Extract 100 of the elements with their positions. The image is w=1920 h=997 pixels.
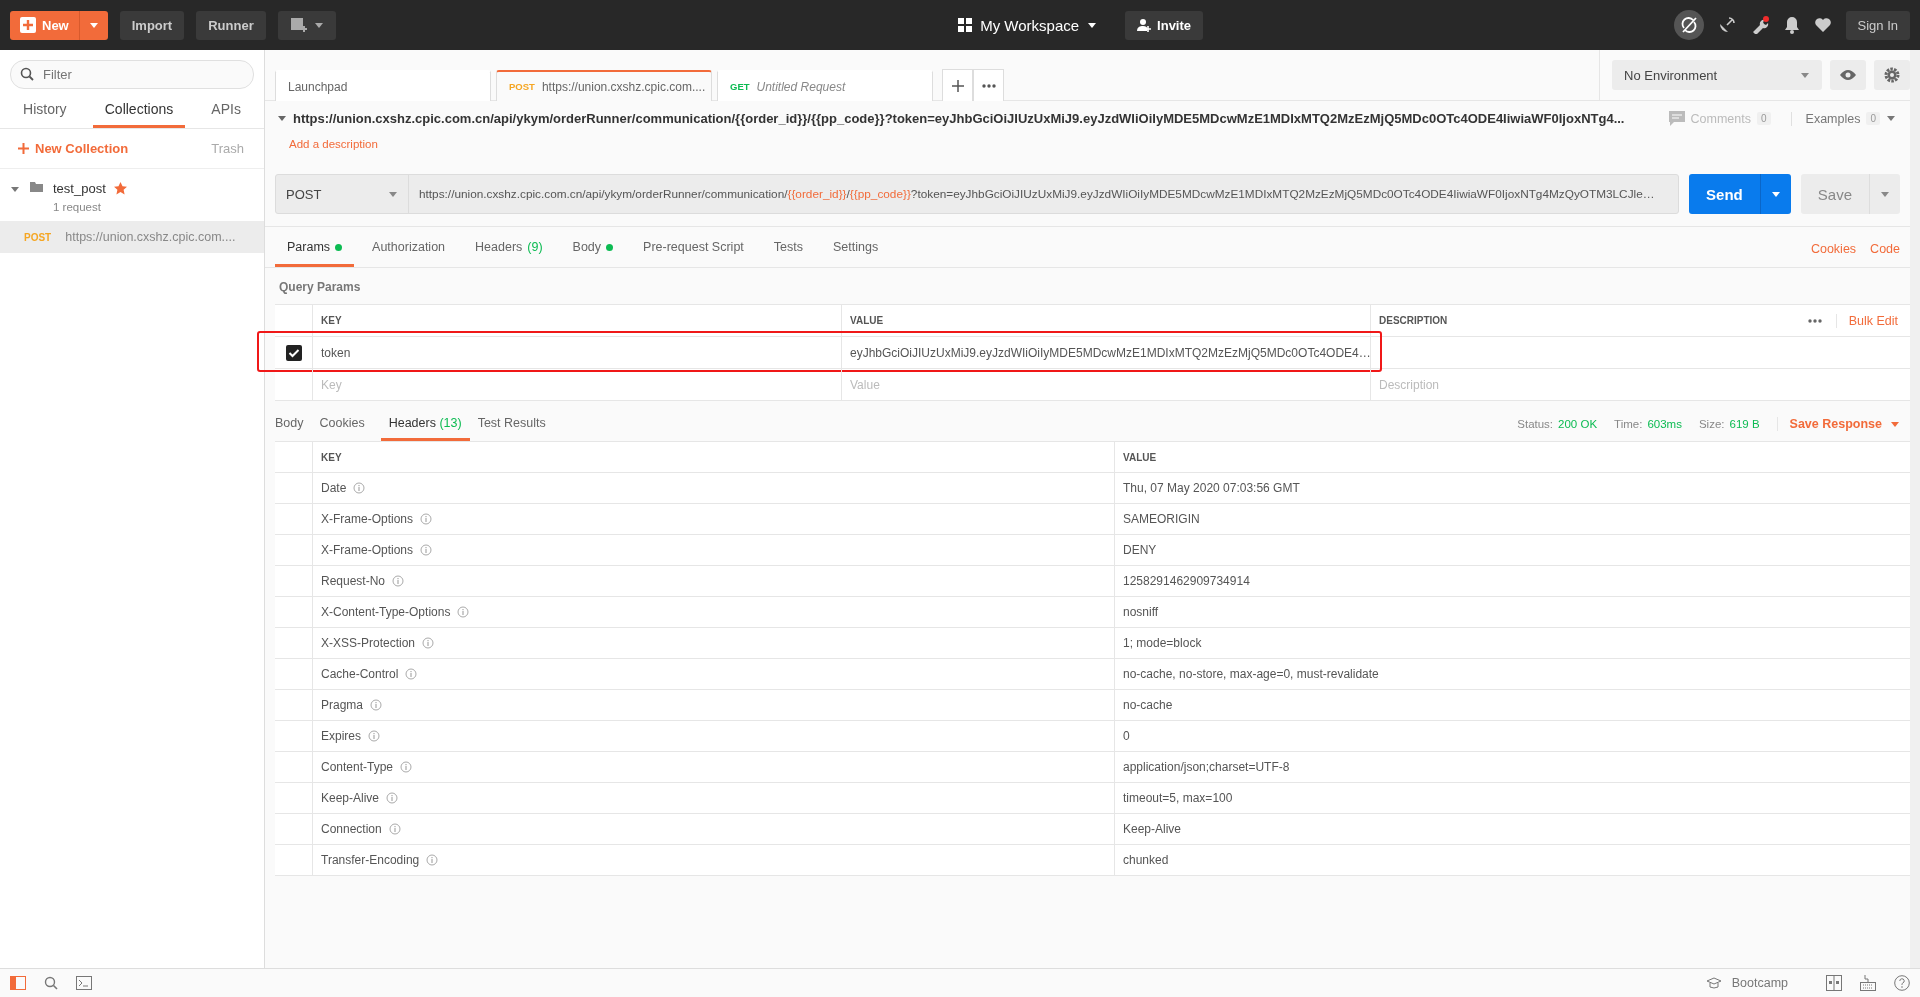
star-icon[interactable] [113, 182, 127, 195]
table-cell: X-Content-Type-Options [321, 605, 451, 619]
help-icon[interactable] [1894, 975, 1910, 991]
checkbox[interactable] [285, 344, 302, 361]
table-cell: Content-Type [321, 760, 394, 774]
bootcamp-button[interactable]: Bootcamp [1705, 976, 1788, 990]
info-icon [400, 761, 413, 773]
request-section-tab[interactable]: Pre-request Script [631, 240, 756, 267]
table-cell: Request-No [321, 574, 386, 588]
bulk-edit-link[interactable]: Bulk Edit [1835, 313, 1898, 328]
table-cell: SAMEORIGIN [1114, 504, 1910, 534]
request-tab[interactable]: GET Untitled Request [717, 70, 933, 101]
response-tab[interactable]: Cookies [319, 416, 373, 441]
import-button[interactable]: Import [119, 10, 185, 40]
info-icon [420, 513, 433, 525]
examples-button[interactable]: Examples 0 [1790, 111, 1896, 126]
request-section-tab[interactable]: Tests [761, 240, 815, 267]
table-cell: timeout=5, max=100 [1114, 783, 1910, 813]
new-tab-button[interactable] [942, 69, 973, 101]
table-cell: Keep-Alive [1114, 814, 1910, 844]
request-item[interactable]: POST https://union.cxshz.cpic.com.... [0, 221, 264, 253]
status-value: 200 OK [1558, 418, 1598, 430]
graduation-cap-icon [1705, 977, 1722, 989]
info-icon [426, 854, 439, 866]
request-tab[interactable]: POST https://union.cxshz.cpic.com.... [496, 70, 712, 101]
sidebar-tab[interactable]: Collections [92, 95, 186, 128]
sidebar-tab[interactable]: History [11, 95, 79, 128]
table-cell: Expires [321, 729, 361, 743]
workspace-button[interactable]: My Workspace [946, 10, 1110, 40]
filter-field[interactable]: Filter [10, 60, 254, 89]
console-icon[interactable] [76, 976, 92, 990]
invite-button[interactable]: Invite [1125, 10, 1204, 40]
table-cell: 0 [1114, 721, 1910, 751]
table-cell: no-cache, no-store, max-age=0, must-revalidate [1114, 659, 1910, 689]
add-description-link[interactable]: Add a description [265, 126, 1910, 150]
column-header: VALUE [841, 305, 1370, 336]
column-header: DESCRIPTION [1379, 315, 1448, 326]
caret-icon [1087, 20, 1098, 30]
heart-icon[interactable] [1813, 17, 1832, 33]
folder-icon [30, 181, 43, 192]
plus-icon [18, 143, 29, 154]
link[interactable]: Cookies [1810, 242, 1857, 256]
status-label: Status: [1517, 418, 1554, 430]
sidebar-toggle-icon[interactable] [10, 976, 26, 990]
status-value: 603ms [1647, 418, 1682, 430]
request-section-tab[interactable]: Params [275, 240, 355, 267]
settings-button[interactable] [1874, 60, 1910, 90]
new-collection-button[interactable]: New Collection [18, 141, 129, 156]
info-icon [386, 792, 399, 804]
info-icon [420, 544, 433, 556]
runner-button[interactable]: Runner [196, 10, 266, 40]
collection-name[interactable]: test_post [53, 181, 106, 196]
key-field[interactable]: Key [321, 377, 815, 392]
table-cell: Transfer-Encoding [321, 853, 420, 867]
request-section-tab[interactable]: Headers (9) [463, 240, 555, 267]
value-field[interactable]: Value [850, 377, 1344, 392]
caret-icon [1880, 189, 1890, 199]
comment-icon [1668, 111, 1685, 126]
bell-icon[interactable] [1783, 16, 1800, 34]
link[interactable]: Code [1870, 242, 1900, 256]
response-tab[interactable]: Body [275, 416, 312, 441]
more-icon[interactable] [1807, 318, 1822, 323]
column-header: KEY [312, 305, 841, 336]
request-section-tab[interactable]: Authorization [360, 240, 458, 267]
sync-off-icon [1679, 16, 1698, 34]
sync-off-button[interactable] [1673, 10, 1704, 40]
section-title: Query Params [278, 279, 362, 296]
description-field[interactable]: Description [1379, 377, 1884, 392]
send-button[interactable]: Send [1689, 174, 1791, 214]
table-cell: Date [321, 481, 347, 495]
request-count: 1 request [53, 201, 102, 213]
save-response-button[interactable]: Save Response [1776, 417, 1900, 431]
status-value: 619 B [1729, 418, 1760, 430]
grid-icon [958, 18, 973, 32]
environment-select[interactable]: No Environment [1612, 60, 1822, 90]
table-cell: Keep-Alive [321, 791, 380, 805]
search-icon[interactable] [44, 976, 58, 990]
response-tab[interactable]: Test Results [477, 416, 554, 441]
table-cell: DENY [1114, 535, 1910, 565]
table-cell: eyJhbGciOiJIUzUxMiJ9.eyJzdWIiOiIyMDE5MDcwMzE1MDIxMTQ2MzEzMjQ5MDc0OTc4ODE4… [841, 337, 1370, 368]
request-title: https://union.cxshz.cpic.com.cn/api/ykym/orderRunner/communication/{{order_id}}/{{pp_code}}?token=eyJhbGciOiJIUzUxMiJ9.eyJzdWIiOiIyMDE5MDcwMzE1MDIxMTQ2MzEzMjQ5MDc0OTc4ODE4IiwiaWF0IjoxNTg4... [293, 111, 1626, 126]
sidebar-tab[interactable]: APIs [199, 95, 253, 128]
request-section-tab[interactable]: Body [560, 240, 626, 267]
window-plus-icon [289, 17, 308, 33]
more-button[interactable] [973, 69, 1004, 101]
eye-button[interactable] [1830, 60, 1866, 90]
sign-in-button[interactable]: Sign In [1845, 10, 1910, 40]
keyboard-icon[interactable] [1860, 975, 1876, 991]
two-pane-icon[interactable] [1826, 975, 1842, 991]
request-section-tab[interactable]: Settings [821, 240, 891, 267]
table-cell: Thu, 07 May 2020 07:03:56 GMT [1114, 473, 1910, 503]
request-tab[interactable]: Launchpad [275, 70, 491, 101]
table-cell: X-Frame-Options [321, 512, 414, 526]
plus-icon [951, 79, 964, 92]
new-button[interactable]: New [10, 10, 108, 40]
satellite-icon[interactable] [1717, 16, 1736, 34]
save-button[interactable]: Save [1800, 174, 1900, 214]
gear-icon [1883, 66, 1901, 84]
new-window-button[interactable] [277, 10, 336, 40]
caret-icon [88, 20, 99, 30]
